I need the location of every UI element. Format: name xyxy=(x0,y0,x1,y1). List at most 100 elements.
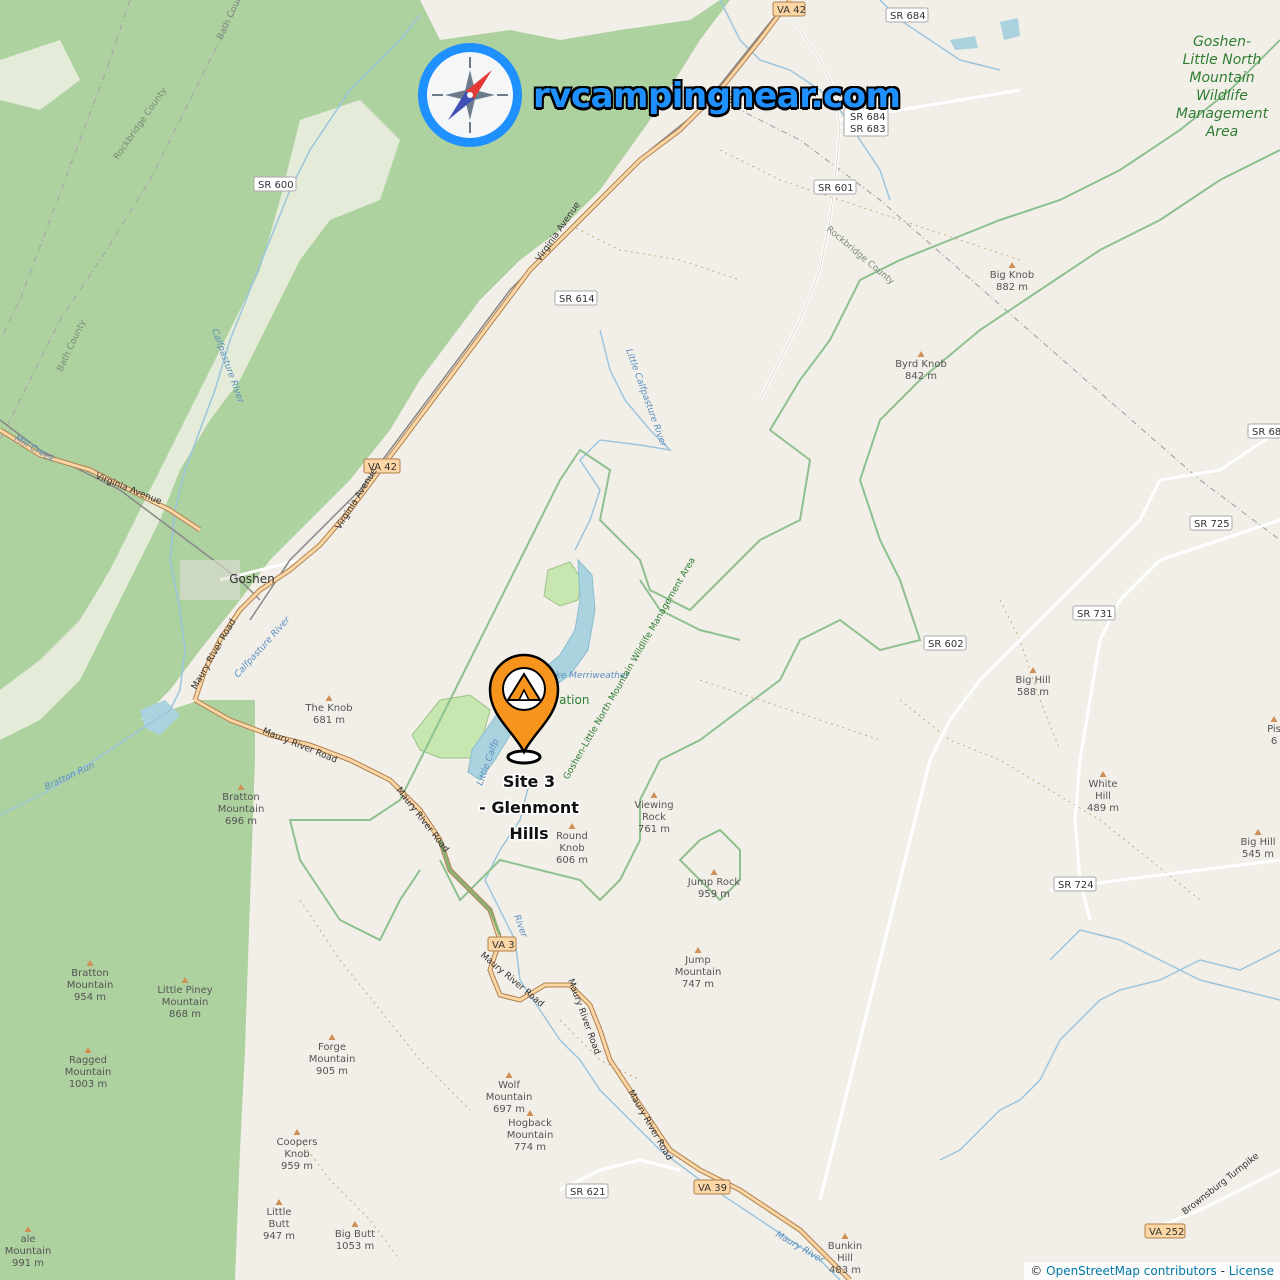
shield-sr725: SR 725 xyxy=(1189,515,1233,531)
shield-va252: VA 252 xyxy=(1144,1223,1186,1239)
wma-label-line: Mountain xyxy=(1189,70,1254,86)
peak-elevation: 6 xyxy=(1271,736,1277,747)
osm-contributors-link[interactable]: OpenStreetMap contributors xyxy=(1046,1264,1217,1278)
peak-name: Ragged xyxy=(69,1055,107,1066)
peak-elevation: 905 m xyxy=(316,1066,348,1077)
peak-name: Mountain xyxy=(309,1054,356,1065)
peak-elevation: 545 m xyxy=(1242,849,1274,860)
peak-name: Mountain xyxy=(5,1246,52,1257)
peak-elevation: 882 m xyxy=(996,282,1028,293)
peak-elevation: 489 m xyxy=(1087,803,1119,814)
peak-name: Mountain xyxy=(67,980,114,991)
peak-elevation: 774 m xyxy=(514,1142,546,1153)
peak-name: Byrd Knob xyxy=(895,359,947,370)
peak-name: Butt xyxy=(268,1219,289,1230)
shield-label: VA 252 xyxy=(1149,1227,1184,1238)
peak-name: Knob xyxy=(559,843,584,854)
peak-name: Hill xyxy=(837,1253,853,1264)
shield-sr724: SR 724 xyxy=(1053,876,1097,892)
marker-label-line3: Hills xyxy=(509,824,548,843)
peak-name: White xyxy=(1088,779,1117,790)
peak-elevation: 747 m xyxy=(682,979,714,990)
peak-name: Hogback xyxy=(508,1118,552,1129)
peak-name: Viewing xyxy=(634,800,673,811)
shield-sr684-top: SR 684 xyxy=(885,7,929,23)
peak-name: Bratton xyxy=(71,968,108,979)
shield-va3x: VA 3 xyxy=(487,936,517,952)
peak-elevation: 959 m xyxy=(698,889,730,900)
peak-name: Jump Rock xyxy=(687,877,741,888)
peak-elevation: 991 m xyxy=(12,1258,44,1269)
town-label: Goshen xyxy=(229,572,275,586)
copyright-symbol: © xyxy=(1030,1264,1043,1278)
peak-name: The Knob xyxy=(304,703,352,714)
peak-name: Mountain xyxy=(507,1130,554,1141)
shield-label: VA 42 xyxy=(777,5,806,16)
peak-elevation: 681 m xyxy=(313,715,345,726)
shield-sr68x: SR 68 xyxy=(1247,423,1280,439)
peak-elevation: 868 m xyxy=(169,1009,201,1020)
peak-name: Coopers xyxy=(276,1137,317,1148)
peak-elevation: 1003 m xyxy=(69,1079,107,1090)
peak-elevation: 761 m xyxy=(638,824,670,835)
license-link[interactable]: License xyxy=(1229,1264,1274,1278)
shield-label: VA 3 xyxy=(492,940,515,951)
peak-elevation: 606 m xyxy=(556,855,588,866)
shield-label: SR 601 xyxy=(818,183,854,194)
marker-label-line2: - Glenmont xyxy=(479,798,579,817)
shield-label: SR 600 xyxy=(258,180,294,191)
wma-label-line: Area xyxy=(1205,124,1239,140)
wma-label-line: Goshen- xyxy=(1193,34,1251,50)
wma-label-line: Little North xyxy=(1183,52,1262,68)
shield-label: SR 614 xyxy=(559,294,595,305)
shield-label: SR 731 xyxy=(1077,609,1113,620)
peak-name: Mountain xyxy=(675,967,722,978)
peak-name: Bunkin xyxy=(828,1241,862,1252)
peak-name: Round xyxy=(556,831,588,842)
shield-sr621: SR 621 xyxy=(565,1183,609,1199)
brand-logo[interactable]: rvcampingnear.com xyxy=(415,40,901,152)
shield-label: SR 68 xyxy=(1252,427,1280,438)
peak-name: Little xyxy=(266,1207,291,1218)
wma-label-line: Management xyxy=(1176,106,1269,122)
peak-elevation: 954 m xyxy=(74,992,106,1003)
peak-elevation: 696 m xyxy=(225,816,257,827)
map-canvas[interactable]: VA 42 SR 684 SR 687 SR 684 SR 683 SR 601 … xyxy=(0,0,1280,1280)
peak-name: Big Butt xyxy=(335,1229,375,1240)
peak-name: Big Knob xyxy=(990,270,1035,281)
peak-name: Rock xyxy=(642,812,666,823)
shield-label: SR 602 xyxy=(928,639,964,650)
peak-elevation: 959 m xyxy=(281,1161,313,1172)
peak-name: Knob xyxy=(284,1149,309,1160)
shield-va42-top: VA 42 xyxy=(772,1,806,17)
wma-label-line: Wildlife xyxy=(1196,88,1248,104)
shield-sr614: SR 614 xyxy=(554,290,598,306)
shield-label: SR 724 xyxy=(1058,880,1094,891)
peak-name: Mountain xyxy=(486,1092,533,1103)
peak-name: Wolf xyxy=(498,1080,520,1091)
map-svg: VA 42 SR 684 SR 687 SR 684SR 683 SR 601 … xyxy=(0,0,1280,1280)
peak-name: Mountain xyxy=(218,804,265,815)
peak-elevation: 697 m xyxy=(493,1104,525,1115)
map-attribution: © OpenStreetMap contributors - License xyxy=(1024,1262,1280,1280)
peak-elevation: 588 m xyxy=(1017,687,1049,698)
peak-name: Jump xyxy=(684,955,710,966)
shield-va39: VA 39 xyxy=(693,1179,731,1195)
peak-name: Forge xyxy=(318,1042,346,1053)
shield-label: SR 725 xyxy=(1194,519,1230,530)
shield-sr731: SR 731 xyxy=(1072,605,1116,621)
peak-elevation: 947 m xyxy=(263,1231,295,1242)
peak-name: Bratton xyxy=(222,792,259,803)
brand-logo-spacer xyxy=(415,40,527,152)
peak-name: Mountain xyxy=(65,1067,112,1078)
brand-text: rvcampingnear.com xyxy=(533,76,901,116)
shield-sr601: SR 601 xyxy=(813,179,857,195)
shield-label: SR 621 xyxy=(570,1187,606,1198)
peak-name: Little Piney xyxy=(157,985,212,996)
forest-area-southwest xyxy=(0,700,255,1280)
peak-elevation: 483 m xyxy=(829,1265,861,1276)
shield-label: VA 39 xyxy=(698,1183,727,1194)
shield-label: SR 684 xyxy=(890,11,926,22)
peak-elevation: 1053 m xyxy=(336,1241,374,1252)
peak-name: Big Hill xyxy=(1240,837,1275,848)
